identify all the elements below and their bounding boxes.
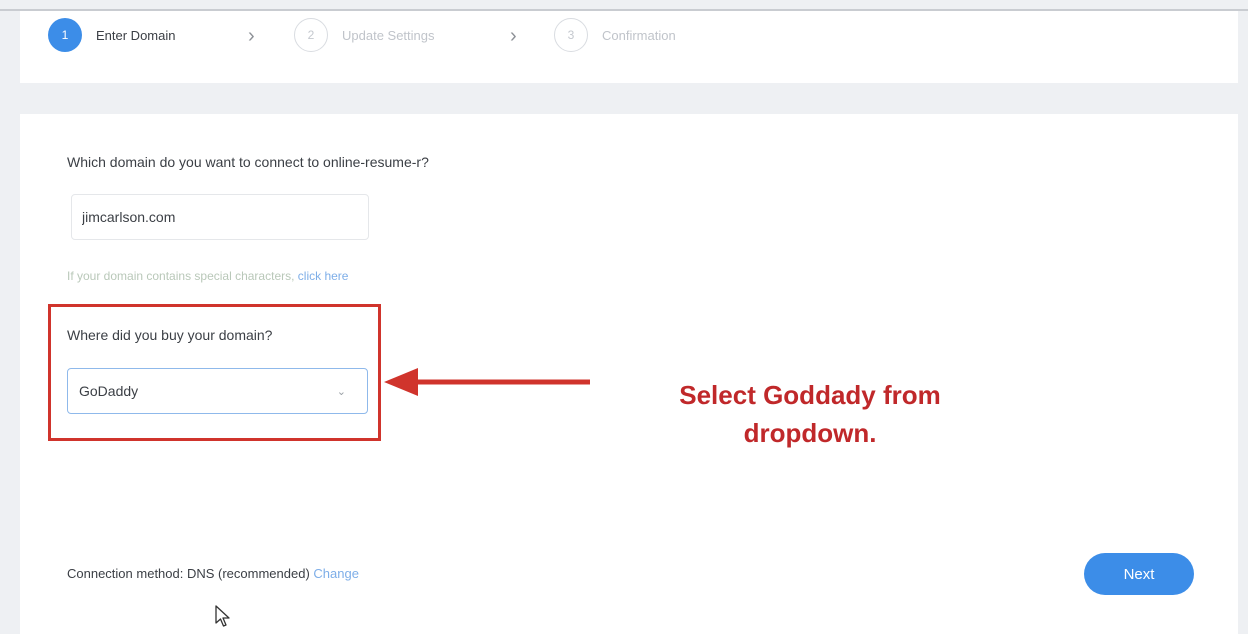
annotation-text: Select Goddady from dropdown. [620, 376, 1000, 452]
chevron-right-icon: › [248, 25, 255, 47]
provider-selected-value: GoDaddy [79, 383, 139, 399]
chevron-down-icon: ⌄ [336, 385, 346, 398]
change-connection-link[interactable]: Change [313, 566, 359, 581]
connection-method: Connection method: DNS (recommended) Cha… [67, 566, 359, 581]
provider-question: Where did you buy your domain? [67, 327, 273, 343]
chevron-right-icon: › [510, 25, 517, 47]
mouse-cursor-icon [215, 605, 230, 627]
step-3-label: Confirmation [602, 27, 676, 43]
connect-domain-panel: Which domain do you want to connect to o… [20, 114, 1238, 634]
special-characters-link[interactable]: click here [298, 269, 349, 283]
annotation-line-1: Select Goddady from [679, 380, 941, 410]
progress-stepper: 1 Enter Domain › 2 Update Settings › 3 C… [20, 11, 1238, 83]
step-2-label: Update Settings [342, 27, 435, 43]
step-2-circle: 2 [294, 18, 328, 52]
step-1-circle: 1 [48, 18, 82, 52]
domain-input[interactable] [71, 194, 369, 240]
domain-provider-dropdown[interactable]: GoDaddy ⌄ [67, 368, 368, 414]
annotation-arrow-icon [384, 368, 590, 396]
next-button[interactable]: Next [1084, 553, 1194, 595]
step-3-circle: 3 [554, 18, 588, 52]
step-confirmation[interactable]: 3 Confirmation [554, 11, 676, 59]
step-update-settings[interactable]: 2 Update Settings [294, 11, 435, 59]
step-1-label: Enter Domain [96, 27, 176, 43]
special-characters-text: If your domain contains special characte… [67, 269, 295, 283]
step-enter-domain[interactable]: 1 Enter Domain [48, 11, 175, 59]
annotation-line-2: dropdown. [743, 418, 877, 448]
connection-method-text: Connection method: DNS (recommended) [67, 566, 310, 581]
special-characters-note: If your domain contains special characte… [67, 269, 348, 283]
domain-question: Which domain do you want to connect to o… [67, 154, 429, 170]
